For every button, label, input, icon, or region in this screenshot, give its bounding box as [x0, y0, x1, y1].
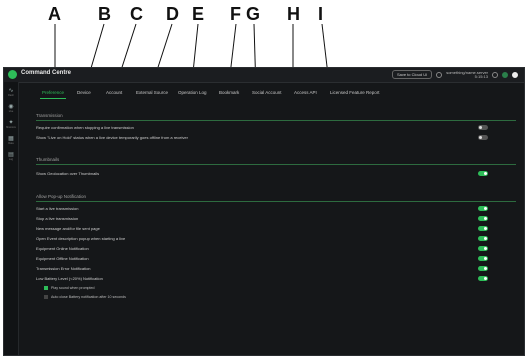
- toggle-switch[interactable]: [478, 246, 488, 251]
- setting-row: Low Battery Level (<20%) Notification: [36, 275, 516, 283]
- setting-row: Stop a live transmission: [36, 215, 516, 223]
- toggle-switch[interactable]: [478, 135, 488, 140]
- setting-row: Require confirmation when stopping a liv…: [36, 124, 516, 132]
- tab-external-source[interactable]: External Source: [136, 90, 168, 95]
- checkbox[interactable]: [44, 295, 48, 299]
- sidebar-item-data[interactable]: ▦ Data: [4, 136, 18, 145]
- toggle-switch[interactable]: [478, 226, 488, 231]
- tab-preference[interactable]: Preference: [42, 90, 64, 95]
- section-divider: [36, 201, 516, 202]
- toggle-switch[interactable]: [478, 276, 488, 281]
- section-divider: [36, 120, 516, 121]
- setting-row: Show Geolocation over Thumbnails: [36, 170, 516, 178]
- section-title-popup: Allow Pop-up Notification: [36, 194, 87, 199]
- sidebar-item-missions[interactable]: ✦ Missions: [4, 120, 18, 129]
- setting-row: Equipment Online Notification: [36, 245, 516, 253]
- status-time: 5:15:13: [474, 73, 488, 79]
- tab-device[interactable]: Device: [77, 90, 91, 95]
- sidebar-item-dash[interactable]: ∿ Dash: [4, 88, 18, 97]
- toggle-switch[interactable]: [478, 236, 488, 241]
- tab-operation-log[interactable]: Operation Log: [178, 90, 207, 95]
- setting-row: Open Event description popup when starti…: [36, 235, 516, 243]
- title-bar: Command Centre Save to Cloud UI somethin…: [4, 68, 524, 83]
- callout-annotations: A B C D E F G H I: [0, 0, 528, 93]
- setting-row: Start a live transmission: [36, 205, 516, 213]
- tab-access-api[interactable]: Access API: [294, 90, 317, 95]
- user-avatar[interactable]: [502, 71, 508, 78]
- account-icon[interactable]: [512, 71, 518, 78]
- sidebar: ∿ Dash ◉ Live ✦ Missions ▦ Data ▤ Log: [4, 82, 19, 355]
- toggle-switch[interactable]: [478, 266, 488, 271]
- toggle-switch[interactable]: [478, 256, 488, 261]
- setting-row: Show "Live on Hold" status when a live d…: [36, 134, 516, 142]
- tab-account[interactable]: Account: [106, 90, 122, 95]
- sidebar-item-log[interactable]: ▤ Log: [4, 152, 18, 161]
- tab-bookmark[interactable]: Bookmark: [219, 90, 239, 95]
- help-icon[interactable]: [492, 71, 498, 78]
- settings-tabs: Preference Device Account External Sourc…: [18, 87, 524, 99]
- monitor-icon[interactable]: [436, 71, 443, 78]
- tab-social-account[interactable]: Social Account: [252, 90, 282, 95]
- section-title-transmission: Transmission: [36, 113, 63, 118]
- connection-status: something/name.server 5:15:13: [446, 70, 488, 79]
- tab-licensed-feature-report[interactable]: Licensed Feature Report: [330, 90, 380, 95]
- setting-row: New message and/for file sent page: [36, 225, 516, 233]
- checkbox[interactable]: [44, 286, 48, 290]
- section-divider: [36, 164, 516, 165]
- save-to-cloud-button[interactable]: Save to Cloud UI: [391, 70, 433, 79]
- toggle-switch[interactable]: [478, 171, 488, 176]
- app-title: Command Centre: [21, 70, 72, 76]
- setting-row: Transmission Error Notification: [36, 265, 516, 273]
- setting-row: Equipment Offline Notification: [36, 255, 516, 263]
- toggle-switch[interactable]: [478, 125, 488, 130]
- preferences-panel: Transmission Require confirmation when s…: [18, 99, 524, 355]
- sidebar-item-live[interactable]: ◉ Live: [4, 104, 18, 113]
- app-logo-icon: [8, 70, 17, 79]
- section-title-thumbnails: Thumbnails: [36, 157, 60, 162]
- title-bar-controls: Save to Cloud UI something/name.server 5…: [391, 70, 518, 79]
- app-window: Command Centre Save to Cloud UI somethin…: [3, 67, 525, 356]
- toggle-switch[interactable]: [478, 206, 488, 211]
- toggle-switch[interactable]: [478, 216, 488, 221]
